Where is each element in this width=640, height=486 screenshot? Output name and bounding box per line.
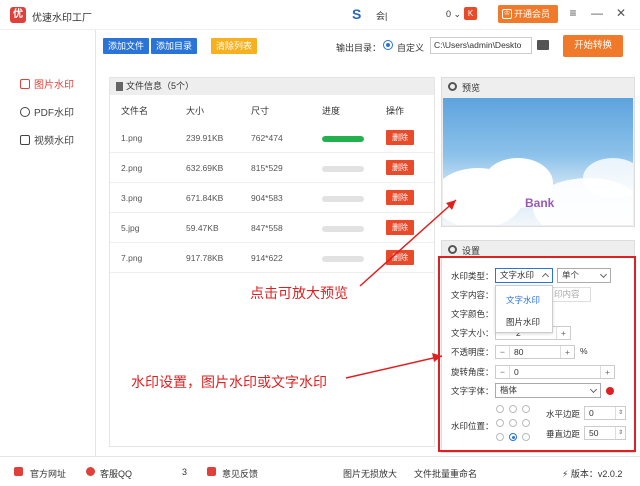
image-upscale-link[interactable]: 图片无损放大 [343, 467, 397, 480]
arrow-head-icon [432, 353, 442, 362]
support-icon [86, 467, 95, 476]
version-label: ⚡ 版本：v2.0.2 [562, 469, 623, 479]
batch-rename-link[interactable]: 文件批量重命名 [414, 467, 477, 480]
home-icon [14, 467, 23, 476]
feedback-icon [207, 467, 216, 476]
feedback-link[interactable]: 意见反馈 [222, 467, 258, 480]
official-site-link[interactable]: 官方网址 [30, 467, 66, 480]
footer: 官方网址 客服QQ 3 意见反馈 图片无损放大 文件批量重命名 ⚡ 版本：v2.… [0, 456, 640, 486]
preview-arrow [359, 199, 457, 287]
service-qq-label[interactable]: 客服QQ [100, 467, 132, 480]
settings-arrow [345, 355, 443, 379]
settings-hint-annotation: 水印设置，图片水印或文字水印 [131, 374, 327, 390]
service-qq-number: 3 [182, 467, 188, 477]
annotation-arrows [345, 199, 457, 379]
preview-hint-annotation: 点击可放大预览 [250, 285, 348, 301]
